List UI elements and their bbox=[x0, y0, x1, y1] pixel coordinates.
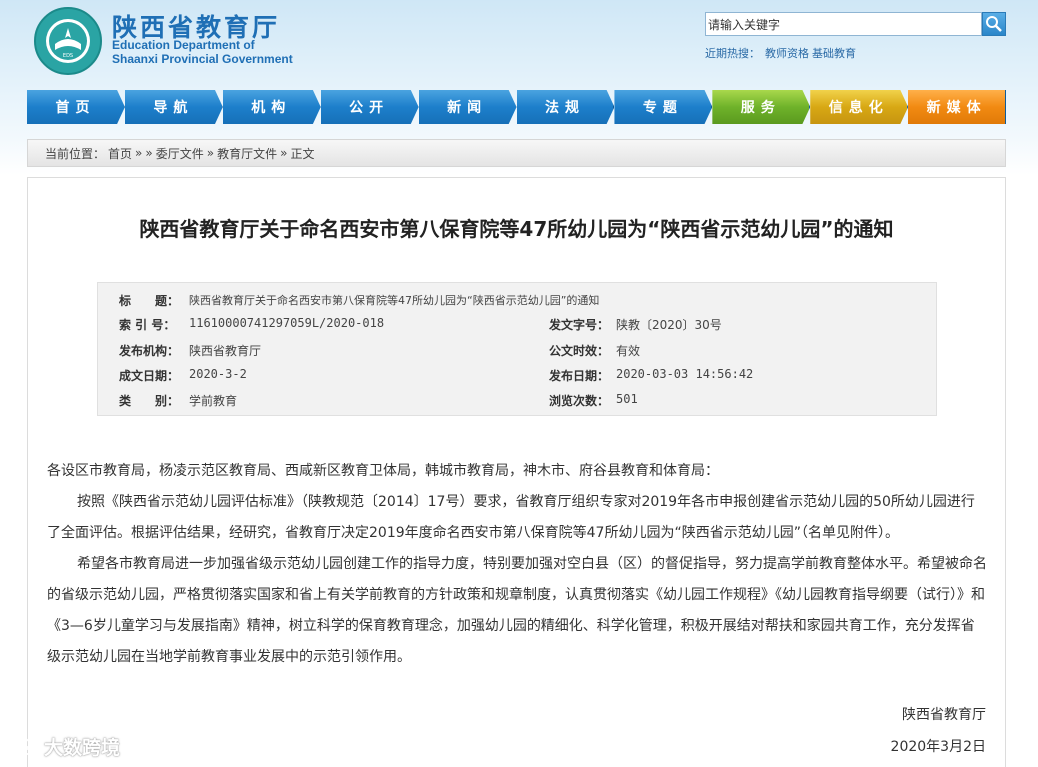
site-name-en-line2: Shaanxi Provincial Government bbox=[112, 52, 293, 66]
main-nav: 首页 导航 机构 公开 新闻 法规 专题 服务 信息化 新媒体 bbox=[27, 90, 1007, 124]
nav-item-news[interactable]: 新闻 bbox=[418, 90, 517, 124]
article-title: 陕西省教育厅关于命名西安市第八保育院等47所幼儿园为“陕西省示范幼儿园”的通知 bbox=[139, 217, 894, 241]
meta-published-label: 发布日期： bbox=[549, 369, 610, 383]
article-paragraph: 希望各市教育局进一步加强省级示范幼儿园创建工作的指导力度，特别要加强对空白县（区… bbox=[47, 556, 987, 665]
site-name-en-line1: Education Department of bbox=[112, 38, 255, 52]
search-icon bbox=[986, 16, 1002, 32]
breadcrumb: 当前位置： 首页 » » 委厅文件 » 教育厅文件 » 正文 bbox=[27, 139, 1006, 167]
meta-category-label: 类 别： bbox=[119, 394, 180, 408]
search-input[interactable] bbox=[705, 12, 982, 36]
hot-link-teacher-qualification[interactable]: 教师资格 bbox=[765, 47, 809, 60]
nav-item-disclosure[interactable]: 公开 bbox=[320, 90, 419, 124]
watermark-text: 大数跨境 bbox=[44, 737, 121, 759]
breadcrumb-separator: » bbox=[135, 146, 143, 160]
nav-item-home[interactable]: 首页 bbox=[27, 90, 125, 124]
hot-link-basic-education[interactable]: 基础教育 bbox=[812, 47, 856, 60]
meta-index-label: 索 引 号： bbox=[119, 318, 176, 332]
nav-item-informatization[interactable]: 信息化 bbox=[810, 90, 909, 124]
hot-search: 近期热搜： 教师资格 基础教育 bbox=[705, 45, 856, 61]
meta-validity-value: 有效 bbox=[616, 344, 641, 358]
meta-org-label: 发布机构： bbox=[119, 344, 180, 358]
nav-item-services[interactable]: 服务 bbox=[712, 90, 811, 124]
meta-created-label: 成文日期： bbox=[119, 369, 180, 383]
breadcrumb-committee-docs[interactable]: 委厅文件 bbox=[156, 145, 204, 162]
breadcrumb-current: 正文 bbox=[290, 146, 315, 161]
meta-views-value: 501 bbox=[616, 392, 638, 406]
breadcrumb-edu-docs[interactable]: 教育厅文件 bbox=[217, 145, 277, 162]
signature-date: 2020年3月2日 bbox=[890, 739, 986, 755]
article-body: 各设区市教育局，杨凌示范区教育局、西咸新区教育卫体局，韩城市教育局，神木市、府谷… bbox=[47, 456, 987, 673]
nav-item-new-media[interactable]: 新媒体 bbox=[908, 90, 1007, 124]
article-paragraph: 各设区市教育局，杨凌示范区教育局、西咸新区教育卫体局，韩城市教育局，神木市、府谷… bbox=[47, 463, 719, 479]
watermark-logo-icon bbox=[9, 737, 38, 755]
hot-search-label: 近期热搜： bbox=[705, 47, 760, 60]
nav-item-organizations[interactable]: 机构 bbox=[222, 90, 321, 124]
meta-published-value: 2020-03-03 14:56:42 bbox=[616, 367, 754, 381]
watermark: 大数跨境 bbox=[8, 733, 120, 760]
site-name-en: Education Department of Shaanxi Provinci… bbox=[112, 38, 293, 66]
breadcrumb-separator: » bbox=[280, 146, 288, 160]
article-paragraph: 按照《陕西省示范幼儿园评估标准》（陕教规范〔2014〕17号）要求，省教育厅组织… bbox=[47, 494, 975, 541]
breadcrumb-separator: » bbox=[206, 146, 215, 160]
meta-docno-value: 陕教〔2020〕30号 bbox=[616, 318, 722, 332]
meta-docno-label: 发文字号： bbox=[549, 318, 610, 332]
signature: 陕西省教育厅 bbox=[902, 707, 986, 723]
nav-item-navigation[interactable]: 导航 bbox=[124, 90, 223, 124]
breadcrumb-separator: » bbox=[145, 146, 153, 160]
meta-created-value: 2020-3-2 bbox=[189, 367, 247, 381]
meta-title-label: 标 题： bbox=[119, 294, 180, 308]
meta-views-label: 浏览次数： bbox=[549, 394, 610, 408]
nav-item-regulations[interactable]: 法规 bbox=[516, 90, 615, 124]
breadcrumb-prefix: 当前位置： bbox=[45, 146, 106, 161]
meta-org-value: 陕西省教育厅 bbox=[189, 344, 262, 358]
meta-index-value: 11610000741297059L/2020-018 bbox=[189, 316, 385, 330]
meta-category-value: 学前教育 bbox=[189, 394, 238, 408]
nav-item-topics[interactable]: 专题 bbox=[614, 90, 713, 124]
meta-title-value: 陕西省教育厅关于命名西安市第八保育院等47所幼儿园为“陕西省示范幼儿园”的通知 bbox=[189, 294, 600, 307]
site-logo-emblem[interactable]: EDS bbox=[33, 6, 103, 76]
search-button[interactable] bbox=[982, 12, 1006, 36]
meta-validity-label: 公文时效： bbox=[549, 344, 610, 358]
logo-inner-text: EDS bbox=[63, 53, 73, 59]
breadcrumb-home[interactable]: 首页 bbox=[108, 145, 132, 162]
document-meta-box: 标 题： 陕西省教育厅关于命名西安市第八保育院等47所幼儿园为“陕西省示范幼儿园… bbox=[97, 282, 937, 416]
